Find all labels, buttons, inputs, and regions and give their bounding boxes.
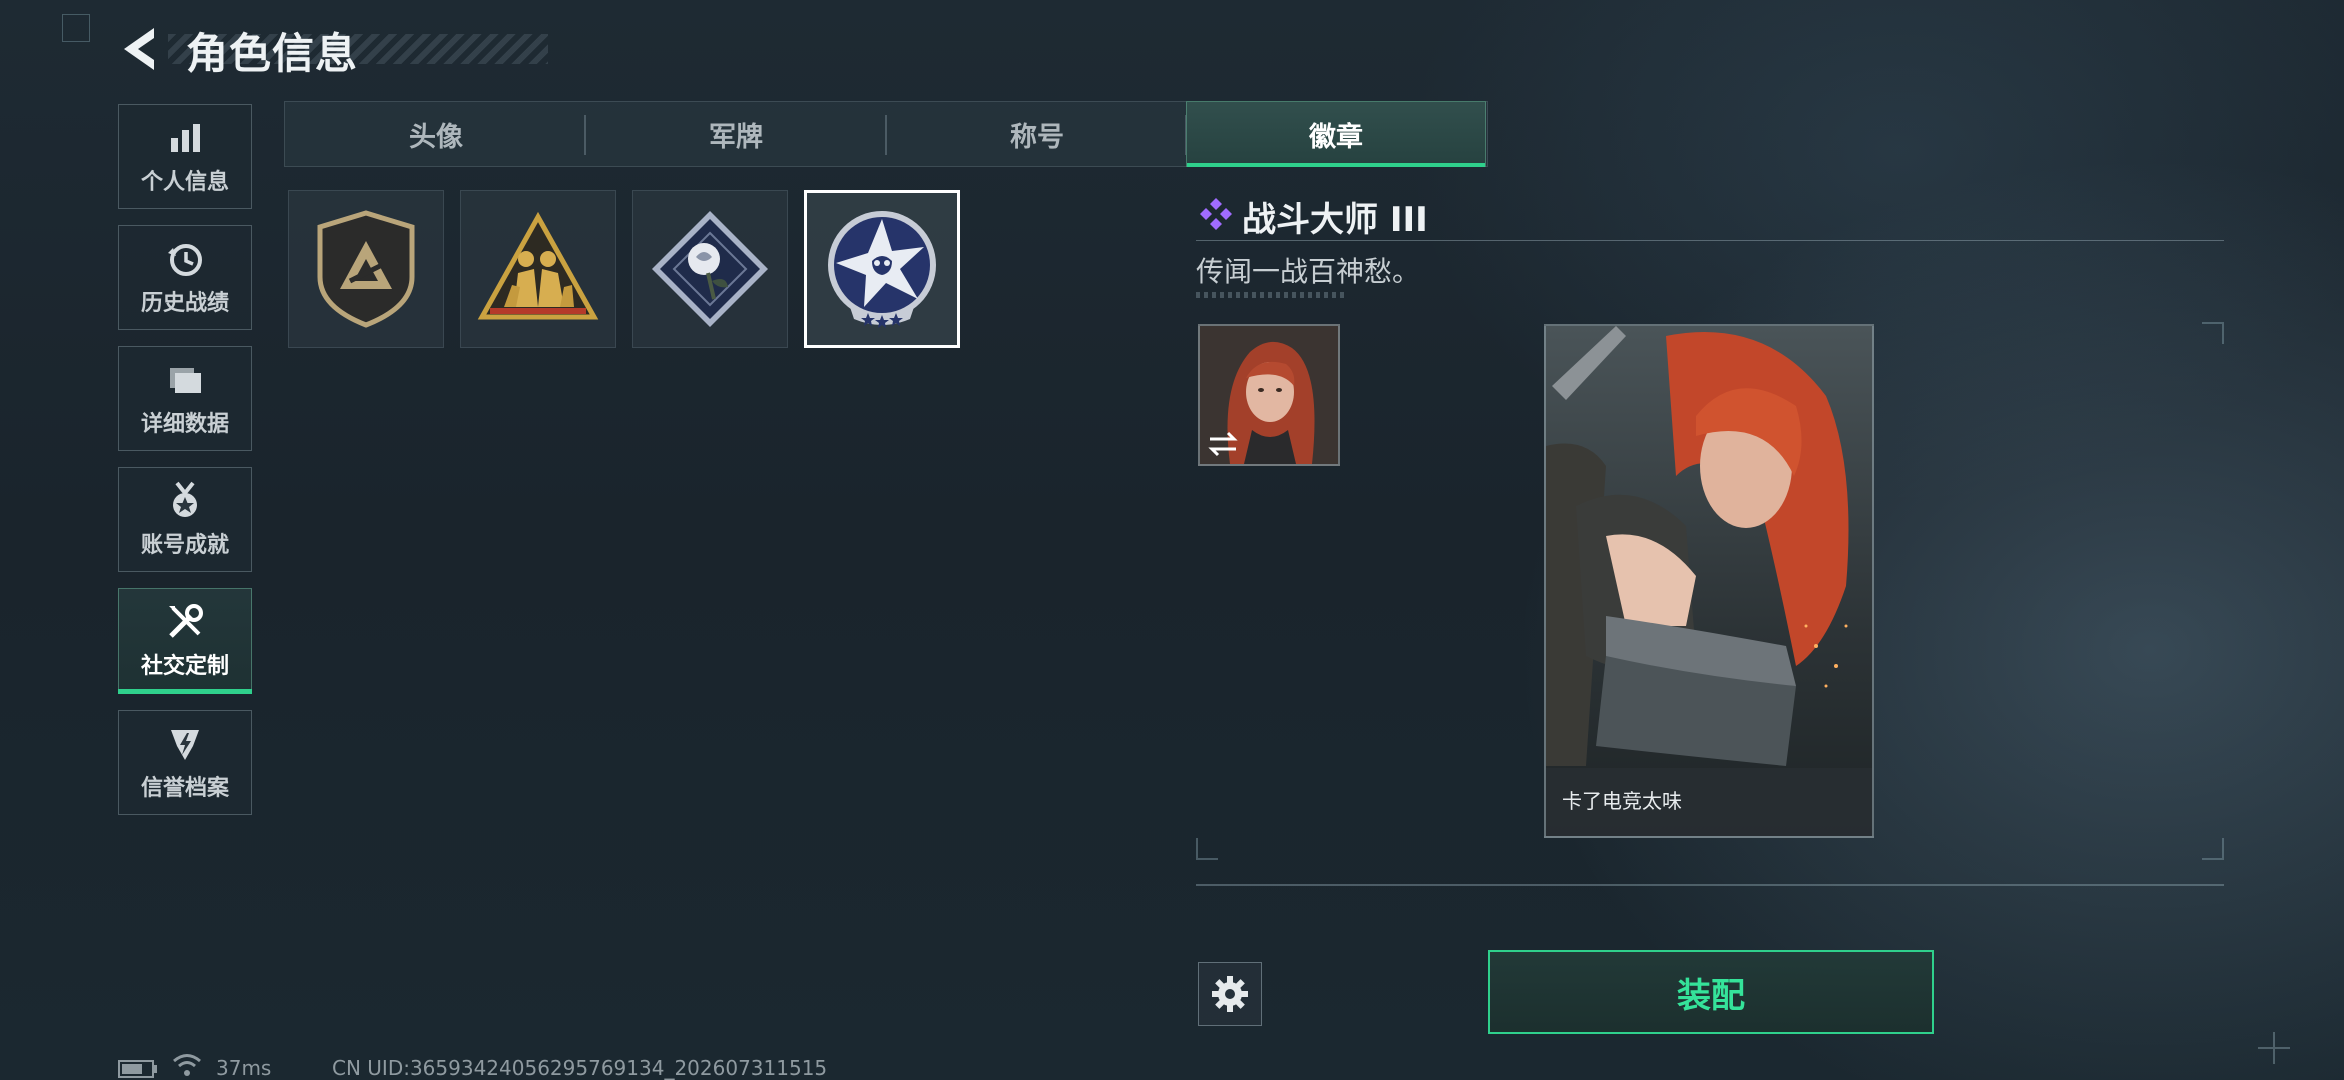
divider: [1196, 240, 2224, 241]
folders-icon: [170, 367, 201, 393]
frame-corner: [2202, 838, 2224, 860]
battery-icon: [118, 1060, 157, 1078]
sidebar-item-label: 账号成就: [140, 532, 229, 558]
shield-triangle-badge-icon: [317, 210, 415, 328]
page-title: 角色信息: [186, 29, 359, 78]
tab-title[interactable]: 称号: [887, 101, 1187, 167]
wifi-icon: [173, 1054, 201, 1076]
avatar-thumbnail[interactable]: [1198, 324, 1340, 466]
sidebar-item-label: 信誉档案: [140, 775, 229, 801]
rose-diamond-badge-icon: [652, 211, 768, 327]
character-card-art: [1546, 326, 1872, 836]
tools-icon: [169, 603, 203, 638]
ping-readout: 37ms: [216, 1056, 272, 1080]
description-underline: [1196, 292, 1346, 298]
gear-icon: [1212, 976, 1248, 1012]
badge-description: 传闻一战百神愁。: [1196, 255, 1421, 288]
sidebar-item-history[interactable]: 历史战绩: [118, 225, 252, 330]
plus-icon: [2258, 1032, 2290, 1064]
badge-title: 战斗大师 III: [1242, 200, 1428, 240]
character-card: 卡了电竞太味: [1544, 324, 1874, 838]
tab-avatar[interactable]: 头像: [286, 101, 586, 167]
tab-dogtag[interactable]: 军牌: [586, 101, 886, 167]
corner-marker: [62, 14, 90, 42]
divider: [1196, 884, 2224, 886]
tab-badge[interactable]: 徽章: [1186, 101, 1486, 167]
sidebar-item-achievements[interactable]: 账号成就: [118, 467, 252, 572]
badge-item[interactable]: [460, 190, 616, 348]
shield-lightning-icon: [171, 729, 199, 760]
swap-icon: [1208, 431, 1238, 457]
sidebar-item-reputation[interactable]: 信誉档案: [118, 710, 252, 815]
badge-item[interactable]: [288, 190, 444, 348]
sidebar-item-details[interactable]: 详细数据: [118, 346, 252, 451]
frame-corner: [1196, 838, 1218, 860]
sidebar-item-label: 社交定制: [140, 653, 229, 679]
star-skull-badge-icon: [828, 211, 936, 328]
badge-item-selected[interactable]: [804, 190, 960, 348]
sidebar-item-label: 详细数据: [140, 411, 229, 437]
card-player-name: 卡了电竞太味: [1562, 789, 1682, 813]
purple-diamonds-icon: [1200, 198, 1232, 230]
equip-button[interactable]: 装配: [1488, 950, 1934, 1034]
medal-icon: [173, 481, 197, 517]
badge-item[interactable]: [632, 190, 788, 348]
settings-button[interactable]: [1198, 962, 1262, 1026]
history-clock-icon: [168, 243, 202, 276]
sidebar-item-label: 个人信息: [140, 169, 229, 195]
uid-readout: CN UID:3659342405629576913​4_20260731151…: [332, 1056, 828, 1080]
soldiers-triangle-badge-icon: [477, 211, 599, 320]
sidebar-item-profile[interactable]: 个人信息: [118, 104, 252, 209]
bar-chart-icon: [171, 123, 200, 152]
sidebar-item-label: 历史战绩: [140, 290, 229, 316]
frame-corner: [2202, 322, 2224, 344]
chevron-left-icon: [124, 28, 154, 70]
sidebar-item-social-customize[interactable]: 社交定制: [118, 588, 252, 694]
back-button[interactable]: [116, 24, 162, 74]
